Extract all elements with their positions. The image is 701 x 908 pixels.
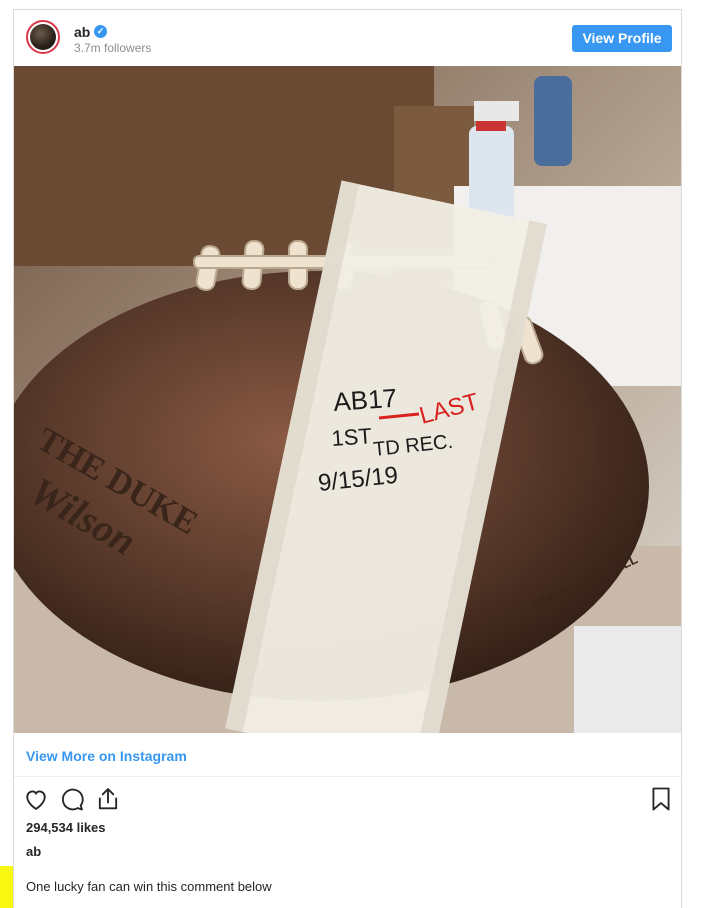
caption-username[interactable]: ab: [26, 844, 41, 859]
instagram-embed-card: ab ✓ 3.7m followers View Profile THE DUK…: [13, 9, 682, 908]
followers-count: 3.7m followers: [74, 41, 152, 55]
view-profile-button[interactable]: View Profile: [572, 25, 672, 52]
football-photo: THE DUKE Wilson ROGER GOODELL AB17 1ST T…: [14, 66, 681, 733]
tape-line-1: AB17: [332, 383, 398, 417]
likes-count: 294,534 likes: [26, 820, 106, 835]
bookmark-icon[interactable]: [647, 785, 675, 813]
tape-line-2: 1ST: [331, 423, 373, 451]
comment-bubble-icon[interactable]: [58, 785, 86, 813]
bottle: [534, 76, 572, 166]
bottle-label: [474, 101, 519, 121]
heart-icon[interactable]: [22, 785, 50, 813]
share-icon[interactable]: [94, 785, 122, 813]
divider: [14, 776, 681, 777]
avatar-image: [30, 24, 56, 50]
caption-text: One lucky fan can win this comment below: [26, 879, 272, 894]
post-header: ab ✓ 3.7m followers View Profile: [14, 10, 681, 66]
view-more-on-instagram-link[interactable]: View More on Instagram: [26, 748, 187, 764]
avatar[interactable]: [26, 20, 60, 54]
verified-badge-icon: ✓: [94, 25, 107, 38]
post-photo[interactable]: THE DUKE Wilson ROGER GOODELL AB17 1ST T…: [14, 66, 681, 733]
username[interactable]: ab: [74, 24, 90, 40]
